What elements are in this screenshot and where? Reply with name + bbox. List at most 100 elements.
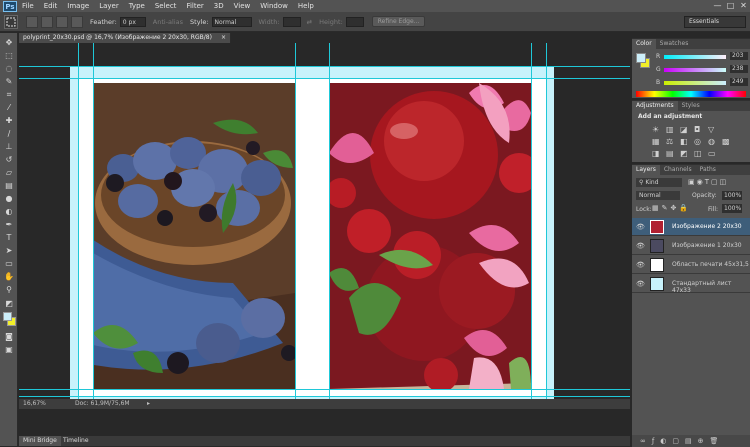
- default-colors-icon[interactable]: ◩: [4, 299, 14, 309]
- layer-filter-icons[interactable]: ▣◉T▢◫: [688, 178, 728, 186]
- layer-row[interactable]: 👁 Изображение 2 20x30: [632, 218, 750, 236]
- healing-brush-tool-icon[interactable]: ✚: [4, 116, 14, 126]
- threshold-icon[interactable]: ◩: [680, 149, 688, 158]
- workspace-select[interactable]: Essentials: [684, 16, 746, 28]
- menu-help[interactable]: Help: [293, 2, 319, 10]
- tab-layers[interactable]: Layers: [632, 165, 660, 175]
- curves-icon[interactable]: ◪: [680, 125, 688, 134]
- anti-alias-checkbox[interactable]: Anti-alias: [153, 18, 183, 26]
- guide-h-1[interactable]: [19, 66, 630, 67]
- menu-layer[interactable]: Layer: [94, 2, 124, 10]
- blend-mode-select[interactable]: Normal: [636, 191, 680, 200]
- menu-3d[interactable]: 3D: [209, 2, 229, 10]
- layer-row[interactable]: 👁 Изображение 1 20x30: [632, 237, 750, 255]
- visibility-eye-icon[interactable]: 👁: [636, 223, 645, 231]
- channel-r-value[interactable]: 203: [730, 52, 748, 60]
- eyedropper-tool-icon[interactable]: ⁄: [4, 103, 14, 113]
- tab-color[interactable]: Color: [632, 39, 656, 49]
- new-selection-button[interactable]: [26, 15, 38, 28]
- selective-color-icon[interactable]: ◫: [694, 149, 702, 158]
- menu-edit[interactable]: Edit: [39, 2, 63, 10]
- zoom-tool-icon[interactable]: ⚲: [4, 285, 14, 295]
- intersect-selection-button[interactable]: [71, 15, 83, 28]
- color-balance-icon[interactable]: ⚖: [666, 137, 673, 146]
- channel-mixer-icon[interactable]: ◍: [708, 137, 715, 146]
- brightness-icon[interactable]: ☀: [652, 125, 659, 134]
- screen-mode-icon[interactable]: ▣: [4, 345, 14, 355]
- minimize-button[interactable]: —: [712, 1, 723, 10]
- guide-v-6[interactable]: [546, 43, 547, 399]
- close-button[interactable]: ✕: [738, 1, 749, 10]
- layer-row[interactable]: 👁 Стандартный лист 47x33: [632, 275, 750, 294]
- maximize-button[interactable]: □: [725, 1, 736, 10]
- visibility-eye-icon[interactable]: 👁: [636, 242, 645, 250]
- menu-filter[interactable]: Filter: [181, 2, 208, 10]
- tab-timeline[interactable]: Timeline: [59, 436, 93, 446]
- gradient-map-icon[interactable]: ▭: [708, 149, 716, 158]
- history-brush-tool-icon[interactable]: ↺: [4, 155, 14, 165]
- eraser-tool-icon[interactable]: ▱: [4, 168, 14, 178]
- guide-v-4[interactable]: [329, 43, 330, 399]
- tab-adjustments[interactable]: Adjustments: [632, 101, 678, 111]
- lasso-tool-icon[interactable]: ◌: [4, 64, 14, 74]
- color-spectrum-ramp[interactable]: [636, 91, 746, 97]
- document-canvas[interactable]: [19, 43, 630, 399]
- guide-v-2[interactable]: [93, 43, 94, 399]
- channel-b-slider[interactable]: [664, 81, 726, 85]
- layer-filter-select[interactable]: ⚲ Kind: [636, 178, 682, 187]
- swap-icon[interactable]: ⇄: [307, 18, 312, 26]
- close-document-icon[interactable]: ×: [221, 33, 226, 43]
- foreground-color-swatch[interactable]: [3, 312, 12, 321]
- lock-icons[interactable]: ▦✎✥🔒: [652, 204, 691, 212]
- tab-mini-bridge[interactable]: Mini Bridge: [19, 436, 61, 446]
- move-tool-icon[interactable]: ✥: [4, 38, 14, 48]
- brush-tool-icon[interactable]: ∕: [4, 129, 14, 139]
- channel-g-value[interactable]: 238: [730, 65, 748, 73]
- posterize-icon[interactable]: ▤: [666, 149, 674, 158]
- quick-mask-icon[interactable]: ◙: [4, 332, 14, 342]
- channel-b-value[interactable]: 249: [730, 78, 748, 86]
- menu-image[interactable]: Image: [62, 2, 94, 10]
- gradient-tool-icon[interactable]: ▤: [4, 181, 14, 191]
- add-selection-button[interactable]: [41, 15, 53, 28]
- subtract-selection-button[interactable]: [56, 15, 68, 28]
- hue-saturation-icon[interactable]: ▦: [652, 137, 660, 146]
- levels-icon[interactable]: ▥: [666, 125, 674, 134]
- shape-tool-icon[interactable]: ▭: [4, 259, 14, 269]
- visibility-eye-icon[interactable]: 👁: [636, 280, 645, 288]
- tab-paths[interactable]: Paths: [696, 165, 720, 175]
- menu-view[interactable]: View: [229, 2, 256, 10]
- height-input[interactable]: [345, 16, 364, 27]
- guide-v-1[interactable]: [78, 43, 79, 399]
- clone-stamp-tool-icon[interactable]: ⊥: [4, 142, 14, 152]
- vibrance-icon[interactable]: ▽: [708, 125, 714, 134]
- style-select[interactable]: Normal: [211, 16, 252, 27]
- guide-h-4[interactable]: [19, 396, 630, 397]
- color-panel-foreground-swatch[interactable]: [636, 53, 646, 63]
- width-input[interactable]: [282, 16, 301, 27]
- black-white-icon[interactable]: ◧: [680, 137, 688, 146]
- marquee-tool-icon[interactable]: ⬚: [4, 51, 14, 61]
- status-menu-arrow-icon[interactable]: ▸: [147, 399, 150, 409]
- menu-type[interactable]: Type: [124, 2, 150, 10]
- dodge-tool-icon[interactable]: ◐: [4, 207, 14, 217]
- menu-file[interactable]: File: [17, 2, 39, 10]
- feather-input[interactable]: 0 px: [119, 16, 146, 27]
- guide-v-3[interactable]: [295, 43, 296, 399]
- guide-h-3[interactable]: [19, 389, 630, 390]
- document-info[interactable]: Doc: 61,9M/75,6M: [75, 399, 130, 409]
- crop-tool-icon[interactable]: ⌗: [4, 90, 14, 100]
- fill-input[interactable]: 100%: [722, 204, 742, 213]
- photo-filter-icon[interactable]: ◎: [694, 137, 701, 146]
- tab-channels[interactable]: Channels: [660, 165, 696, 175]
- zoom-level[interactable]: 16,67%: [23, 399, 46, 409]
- quick-selection-tool-icon[interactable]: ✎: [4, 77, 14, 87]
- type-tool-icon[interactable]: T: [4, 233, 14, 243]
- tool-preset-picker[interactable]: [4, 14, 18, 29]
- menu-window[interactable]: Window: [255, 2, 293, 10]
- channel-g-slider[interactable]: [664, 68, 726, 72]
- document-tab[interactable]: polyprint_20x30.psd @ 16,7% (Изображение…: [19, 33, 231, 43]
- layers-panel-footer-icons[interactable]: ∞ƒ◐▢▤⊕🗑: [632, 435, 750, 447]
- guide-h-2[interactable]: [19, 78, 630, 79]
- hand-tool-icon[interactable]: ✋: [4, 272, 14, 282]
